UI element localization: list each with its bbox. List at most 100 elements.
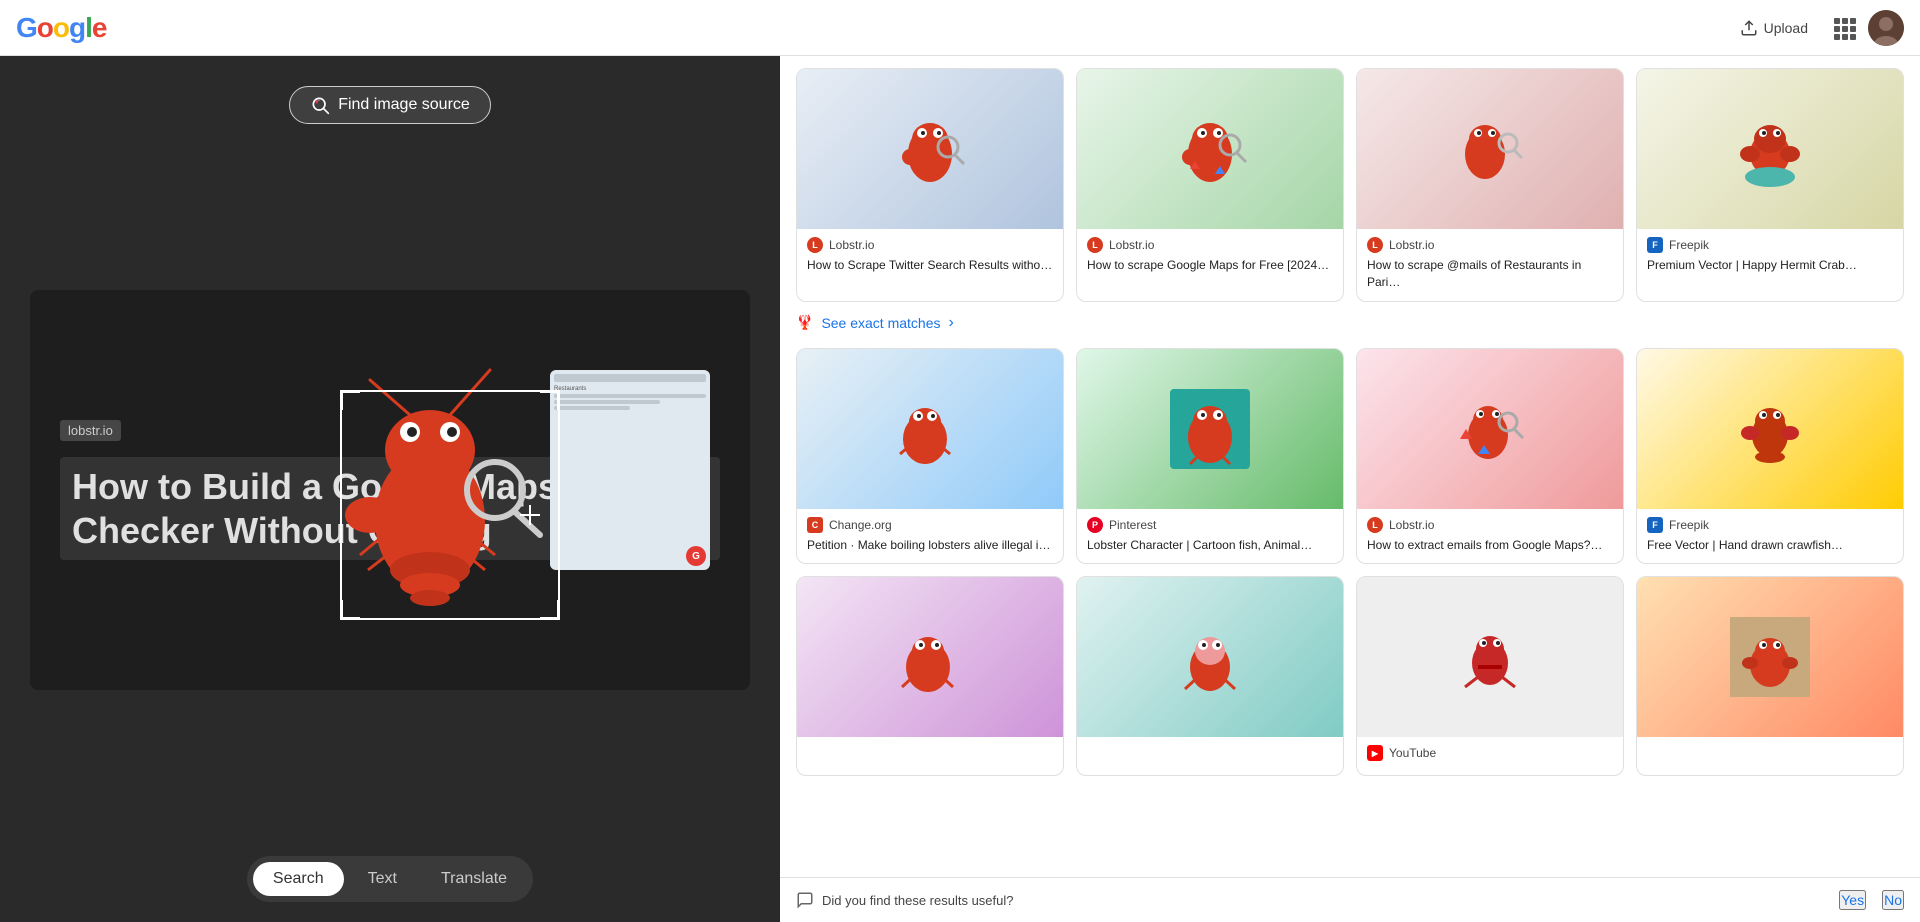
source-name: Freepik bbox=[1669, 238, 1709, 252]
google-logo[interactable]: Google bbox=[16, 12, 106, 44]
source-favicon: L bbox=[807, 237, 823, 253]
result-source: L Lobstr.io bbox=[807, 237, 1053, 253]
translate-tab[interactable]: Translate bbox=[421, 862, 527, 896]
result-source: ▶ YouTube bbox=[1367, 745, 1613, 761]
result-card[interactable]: P Pinterest Lobster Character | Cartoon … bbox=[1076, 348, 1344, 565]
result-image bbox=[1077, 577, 1343, 737]
result-card[interactable]: F Freepik Premium Vector | Happy Hermit … bbox=[1636, 68, 1904, 302]
result-card[interactable]: L Lobstr.io How to scrape Google Maps fo… bbox=[1076, 68, 1344, 302]
result-card[interactable]: L Lobstr.io How to Scrape Twitter Search… bbox=[796, 68, 1064, 302]
result-card[interactable]: C Change.org Petition · Make boiling lob… bbox=[796, 348, 1064, 565]
upload-button[interactable]: Upload bbox=[1728, 13, 1820, 43]
source-favicon: C bbox=[807, 517, 823, 533]
text-tab[interactable]: Text bbox=[348, 862, 417, 896]
result-info: F Freepik Premium Vector | Happy Hermit … bbox=[1637, 229, 1903, 284]
result-title: How to extract emails from Google Maps?… bbox=[1367, 537, 1613, 554]
result-card[interactable] bbox=[1076, 576, 1344, 776]
lens-icon bbox=[310, 95, 330, 115]
result-card[interactable]: L Lobstr.io How to extract emails from G… bbox=[1356, 348, 1624, 565]
result-title: Petition · Make boiling lobsters alive i… bbox=[807, 537, 1053, 554]
source-favicon: F bbox=[1647, 237, 1663, 253]
main-content: Find image source lobstr.io How to Build… bbox=[0, 56, 1920, 922]
image-area: lobstr.io How to Build a Google Maps Ran… bbox=[0, 124, 780, 856]
right-panel: L Lobstr.io How to Scrape Twitter Search… bbox=[780, 56, 1920, 922]
result-info: P Pinterest Lobster Character | Cartoon … bbox=[1077, 509, 1343, 564]
result-info: C Change.org Petition · Make boiling lob… bbox=[797, 509, 1063, 564]
bottom-controls: Search Text Translate bbox=[247, 856, 533, 902]
search-tab[interactable]: Search bbox=[253, 862, 344, 896]
source-name: Lobstr.io bbox=[1389, 518, 1434, 532]
upload-label: Upload bbox=[1764, 20, 1808, 36]
result-image bbox=[1077, 69, 1343, 229]
image-container: lobstr.io How to Build a Google Maps Ran… bbox=[30, 290, 750, 690]
result-source: F Freepik bbox=[1647, 237, 1893, 253]
source-name: YouTube bbox=[1389, 746, 1436, 760]
source-favicon: F bbox=[1647, 517, 1663, 533]
result-info bbox=[797, 737, 1063, 759]
result-image bbox=[797, 349, 1063, 509]
source-favicon: L bbox=[1087, 237, 1103, 253]
result-title: Premium Vector | Happy Hermit Crab… bbox=[1647, 257, 1893, 274]
arrow-right-icon: › bbox=[949, 314, 954, 332]
monitor-mockup: Restaurants G bbox=[550, 370, 710, 570]
feedback-actions: Yes No bbox=[1839, 890, 1904, 910]
result-title: How to Scrape Twitter Search Results wit… bbox=[807, 257, 1053, 274]
source-favicon: L bbox=[1367, 517, 1383, 533]
feedback-text: Did you find these results useful? bbox=[822, 893, 1014, 908]
upload-icon bbox=[1740, 19, 1758, 37]
result-card[interactable]: L Lobstr.io How to scrape @mails of Rest… bbox=[1356, 68, 1624, 302]
result-info: L Lobstr.io How to scrape @mails of Rest… bbox=[1357, 229, 1623, 301]
result-image bbox=[1637, 349, 1903, 509]
result-source: C Change.org bbox=[807, 517, 1053, 533]
result-source: F Freepik bbox=[1647, 517, 1893, 533]
feedback-question: Did you find these results useful? bbox=[796, 891, 1014, 909]
result-source: L Lobstr.io bbox=[1367, 517, 1613, 533]
result-card[interactable]: F Freepik Free Vector | Hand drawn crawf… bbox=[1636, 348, 1904, 565]
header-actions: Upload bbox=[1728, 10, 1904, 46]
see-exact-matches[interactable]: 🦞 See exact matches › bbox=[796, 310, 1904, 336]
result-image bbox=[1357, 69, 1623, 229]
result-info: L Lobstr.io How to Scrape Twitter Search… bbox=[797, 229, 1063, 284]
result-image bbox=[1357, 349, 1623, 509]
lobstr-tag: lobstr.io bbox=[60, 420, 121, 441]
source-favicon: ▶ bbox=[1367, 745, 1383, 761]
result-title: Lobster Character | Cartoon fish, Animal… bbox=[1087, 537, 1333, 554]
see-exact-matches-label: See exact matches bbox=[821, 315, 940, 331]
result-info bbox=[1637, 737, 1903, 759]
result-image bbox=[797, 69, 1063, 229]
user-avatar[interactable] bbox=[1868, 10, 1904, 46]
result-info: L Lobstr.io How to scrape Google Maps fo… bbox=[1077, 229, 1343, 284]
result-image bbox=[1357, 577, 1623, 737]
result-image bbox=[797, 577, 1063, 737]
header: Google Upload bbox=[0, 0, 1920, 56]
result-image bbox=[1637, 69, 1903, 229]
result-card[interactable]: ▶ YouTube bbox=[1356, 576, 1624, 776]
source-favicon: P bbox=[1087, 517, 1103, 533]
result-info bbox=[1077, 737, 1343, 759]
result-source: P Pinterest bbox=[1087, 517, 1333, 533]
source-name: Lobstr.io bbox=[1109, 238, 1154, 252]
crosshair-cursor bbox=[520, 505, 540, 525]
find-image-source-label: Find image source bbox=[338, 96, 470, 114]
feedback-bar: Did you find these results useful? Yes N… bbox=[780, 877, 1920, 922]
find-image-source-button[interactable]: Find image source bbox=[289, 86, 491, 124]
result-card[interactable] bbox=[796, 576, 1064, 776]
lobster-emoji: 🦞 bbox=[796, 314, 813, 331]
result-card[interactable] bbox=[1636, 576, 1904, 776]
feedback-yes-button[interactable]: Yes bbox=[1839, 890, 1866, 910]
result-info: L Lobstr.io How to extract emails from G… bbox=[1357, 509, 1623, 564]
feedback-no-button[interactable]: No bbox=[1882, 890, 1904, 910]
result-title: How to scrape @mails of Restaurants in P… bbox=[1367, 257, 1613, 291]
left-panel: Find image source lobstr.io How to Build… bbox=[0, 56, 780, 922]
source-name: Lobstr.io bbox=[829, 238, 874, 252]
result-image bbox=[1077, 349, 1343, 509]
results-grid: L Lobstr.io How to Scrape Twitter Search… bbox=[780, 56, 1920, 877]
apps-grid-icon[interactable] bbox=[1832, 16, 1856, 40]
result-image bbox=[1637, 577, 1903, 737]
result-source: L Lobstr.io bbox=[1367, 237, 1613, 253]
source-favicon: L bbox=[1367, 237, 1383, 253]
source-name: Lobstr.io bbox=[1389, 238, 1434, 252]
result-info: F Freepik Free Vector | Hand drawn crawf… bbox=[1637, 509, 1903, 564]
feedback-icon bbox=[796, 891, 814, 909]
result-source: L Lobstr.io bbox=[1087, 237, 1333, 253]
